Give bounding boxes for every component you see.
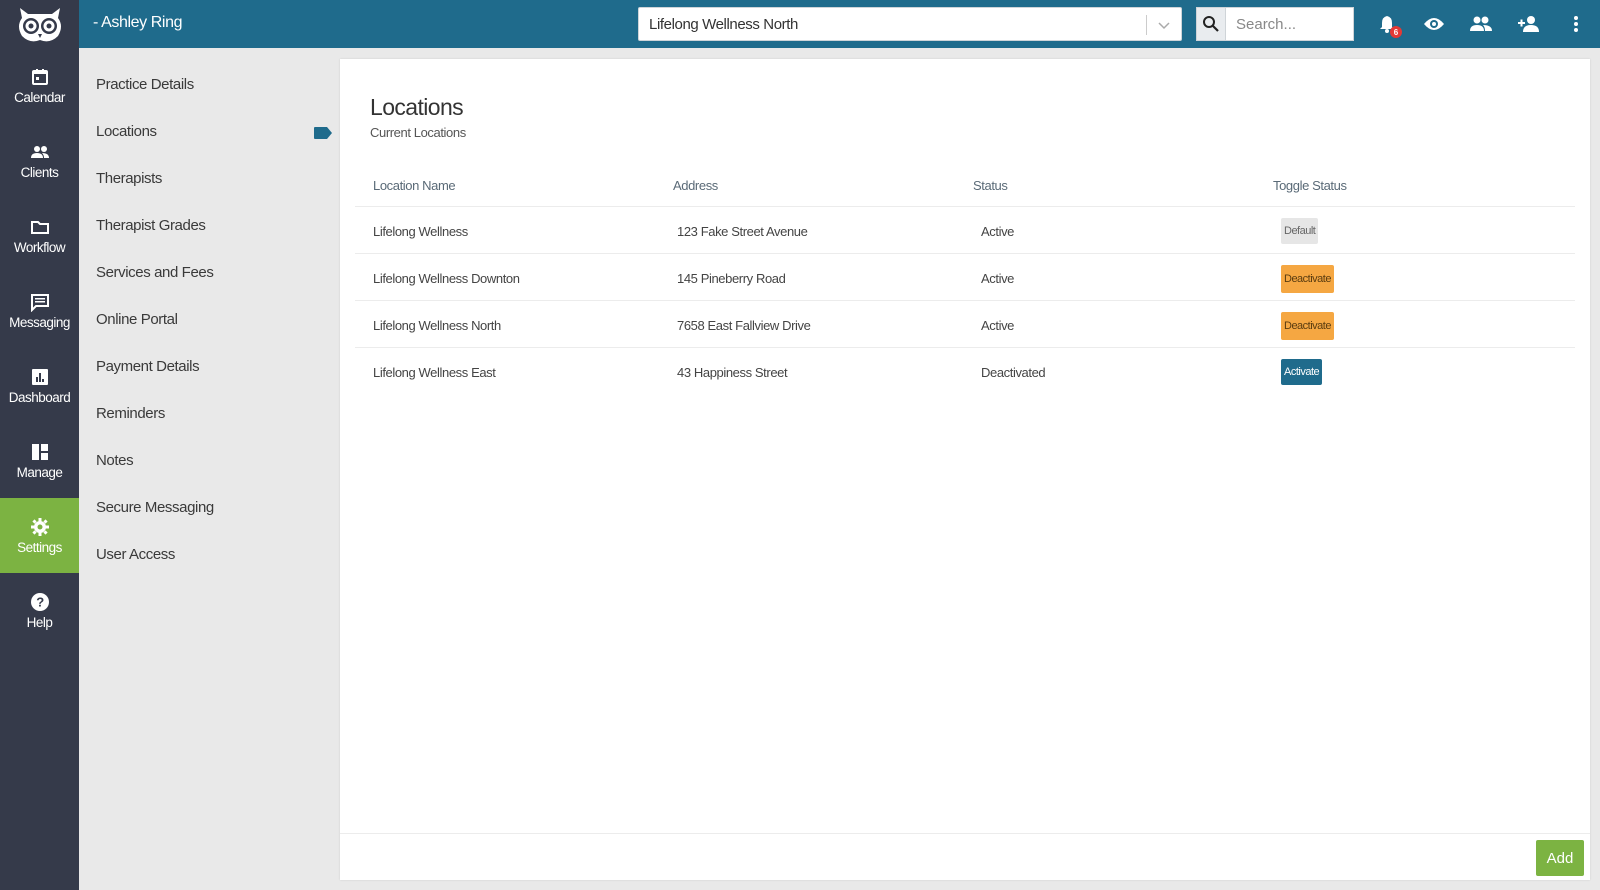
column-header-status: Status — [973, 178, 1008, 193]
select-divider — [1146, 15, 1147, 35]
settings-item-locations[interactable]: Locations — [96, 123, 157, 140]
calendar-icon — [31, 68, 48, 85]
left-nav: Calendar Clients Workflow Messaging Dash… — [0, 0, 79, 890]
search-button[interactable] — [1196, 7, 1226, 41]
page-subtitle: Current Locations — [370, 125, 466, 140]
settings-item-notes[interactable]: Notes — [96, 452, 134, 469]
add-location-button[interactable]: Add — [1536, 840, 1584, 876]
nav-label: Help — [26, 614, 53, 630]
table-row: Lifelong Wellness North 7658 East Fallvi… — [355, 301, 1575, 348]
settings-item-secure-messaging[interactable]: Secure Messaging — [96, 499, 214, 516]
search-icon — [1203, 16, 1219, 32]
nav-item-messaging[interactable]: Messaging — [0, 273, 79, 348]
notification-count-badge: 6 — [1390, 26, 1402, 38]
settings-menu: Practice Details Locations Therapists Th… — [79, 48, 336, 890]
main-panel: Locations Current Locations Location Nam… — [340, 59, 1590, 880]
nav-label: Clients — [20, 164, 59, 180]
settings-item-therapist-grades[interactable]: Therapist Grades — [96, 217, 206, 234]
layout-icon — [31, 443, 48, 460]
help-icon: ? — [30, 592, 49, 611]
location-name: Lifelong Wellness — [373, 224, 468, 239]
chart-icon — [31, 368, 48, 385]
table-row: Lifelong Wellness East 43 Happiness Stre… — [355, 348, 1575, 395]
nav-item-dashboard[interactable]: Dashboard — [0, 348, 79, 423]
activate-button[interactable]: Activate — [1281, 359, 1323, 385]
settings-item-payment-details[interactable]: Payment Details — [96, 358, 200, 375]
nav-item-help[interactable]: ? Help — [0, 573, 79, 648]
page-title: Locations — [370, 94, 464, 120]
chevron-down-icon[interactable] — [1157, 18, 1171, 32]
locations-table: Location Name Address Status Toggle Stat… — [355, 164, 1575, 395]
nav-item-manage[interactable]: Manage — [0, 423, 79, 498]
notifications-bell-icon[interactable]: 6 — [1375, 12, 1402, 38]
deactivate-button[interactable]: Deactivate — [1281, 265, 1334, 293]
column-header-address: Address — [673, 178, 718, 193]
location-select-value: Lifelong Wellness North — [649, 16, 798, 33]
location-address: 7658 East Fallview Drive — [677, 318, 811, 333]
settings-item-therapists[interactable]: Therapists — [96, 170, 162, 187]
nav-item-settings[interactable]: Settings — [0, 498, 79, 573]
location-name: Lifelong Wellness North — [373, 318, 501, 333]
settings-item-reminders[interactable]: Reminders — [96, 405, 165, 422]
message-icon — [30, 293, 49, 312]
active-tag-icon — [314, 127, 332, 139]
location-address: 123 Fake Street Avenue — [677, 224, 808, 239]
footer-divider — [340, 833, 1590, 834]
location-status: Active — [981, 318, 1015, 333]
folder-icon — [30, 220, 49, 234]
nav-label: Manage — [16, 464, 63, 480]
settings-item-practice-details[interactable]: Practice Details — [96, 76, 194, 93]
nav-label: Workflow — [13, 239, 66, 255]
location-address: 43 Happiness Street — [677, 365, 788, 380]
location-status: Active — [981, 271, 1015, 286]
gear-icon — [30, 517, 49, 536]
location-address: 145 Pineberry Road — [677, 271, 786, 286]
location-select[interactable]: Lifelong Wellness North — [638, 7, 1182, 41]
table-row: Lifelong Wellness 123 Fake Street Avenue… — [355, 207, 1575, 254]
default-button[interactable]: Default — [1281, 218, 1319, 244]
nav-label: Calendar — [14, 89, 65, 105]
group-users-icon[interactable] — [1469, 12, 1493, 36]
location-status: Deactivated — [981, 365, 1046, 380]
deactivate-button[interactable]: Deactivate — [1281, 312, 1334, 340]
owl-logo-icon[interactable] — [0, 0, 79, 48]
user-name: - Ashley Ring — [93, 14, 183, 31]
search-input[interactable] — [1226, 7, 1354, 41]
settings-item-services-and-fees[interactable]: Services and Fees — [96, 264, 214, 281]
nav-item-calendar[interactable]: Calendar — [0, 48, 79, 123]
svg-text:?: ? — [36, 594, 44, 609]
table-row: Lifelong Wellness Downton 145 Pineberry … — [355, 254, 1575, 301]
nav-label: Settings — [17, 539, 62, 555]
nav-label: Messaging — [9, 314, 70, 330]
nav-item-workflow[interactable]: Workflow — [0, 198, 79, 273]
clients-icon — [30, 145, 49, 158]
add-user-icon[interactable] — [1517, 12, 1541, 36]
more-vertical-icon[interactable] — [1564, 12, 1588, 36]
nav-item-clients[interactable]: Clients — [0, 123, 79, 198]
settings-item-user-access[interactable]: User Access — [96, 546, 175, 563]
table-header-row: Location Name Address Status Toggle Stat… — [355, 164, 1575, 207]
settings-item-online-portal[interactable]: Online Portal — [96, 311, 178, 328]
column-header-toggle-status: Toggle Status — [1273, 178, 1347, 193]
column-header-location-name: Location Name — [373, 178, 456, 193]
nav-label: Dashboard — [8, 389, 71, 405]
location-status: Active — [981, 224, 1015, 239]
top-bar: - Ashley Ring Lifelong Wellness North 6 — [79, 0, 1600, 48]
location-name: Lifelong Wellness East — [373, 365, 496, 380]
location-name: Lifelong Wellness Downton — [373, 271, 520, 286]
eye-icon[interactable] — [1422, 12, 1446, 36]
